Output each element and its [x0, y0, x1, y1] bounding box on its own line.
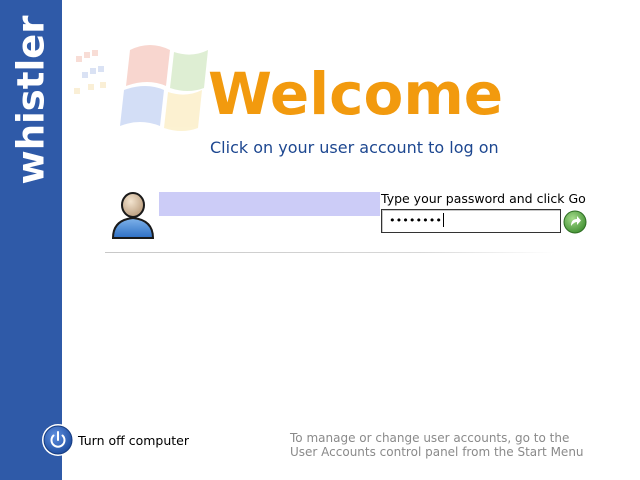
help-line-1: To manage or change user accounts, go to…	[290, 431, 570, 445]
user-account-tile[interactable]	[105, 188, 165, 244]
turn-off-label: Turn off computer	[78, 432, 189, 448]
windows-flag-icon	[74, 45, 208, 131]
brand-text: whistler	[9, 15, 53, 185]
go-button[interactable]	[563, 210, 587, 234]
user-avatar-icon	[111, 192, 155, 239]
password-prompt: Type your password and click Go	[381, 191, 586, 206]
text-caret	[442, 213, 444, 227]
turn-off-button[interactable]: Turn off computer	[41, 423, 189, 457]
help-line-2: User Accounts control panel from the Sta…	[290, 445, 584, 459]
password-value: ••••••••	[389, 214, 442, 227]
power-icon	[42, 424, 74, 456]
logon-screen: whistler Welcome Click on your user acco…	[0, 0, 640, 480]
page-title: Welcome	[208, 60, 504, 128]
user-name-highlight[interactable]	[159, 192, 380, 216]
password-input[interactable]: ••••••••	[381, 209, 561, 233]
divider	[105, 252, 555, 253]
help-text: To manage or change user accounts, go to…	[290, 431, 630, 459]
page-subtitle: Click on your user account to log on	[210, 138, 499, 157]
side-band: whistler	[0, 0, 62, 480]
